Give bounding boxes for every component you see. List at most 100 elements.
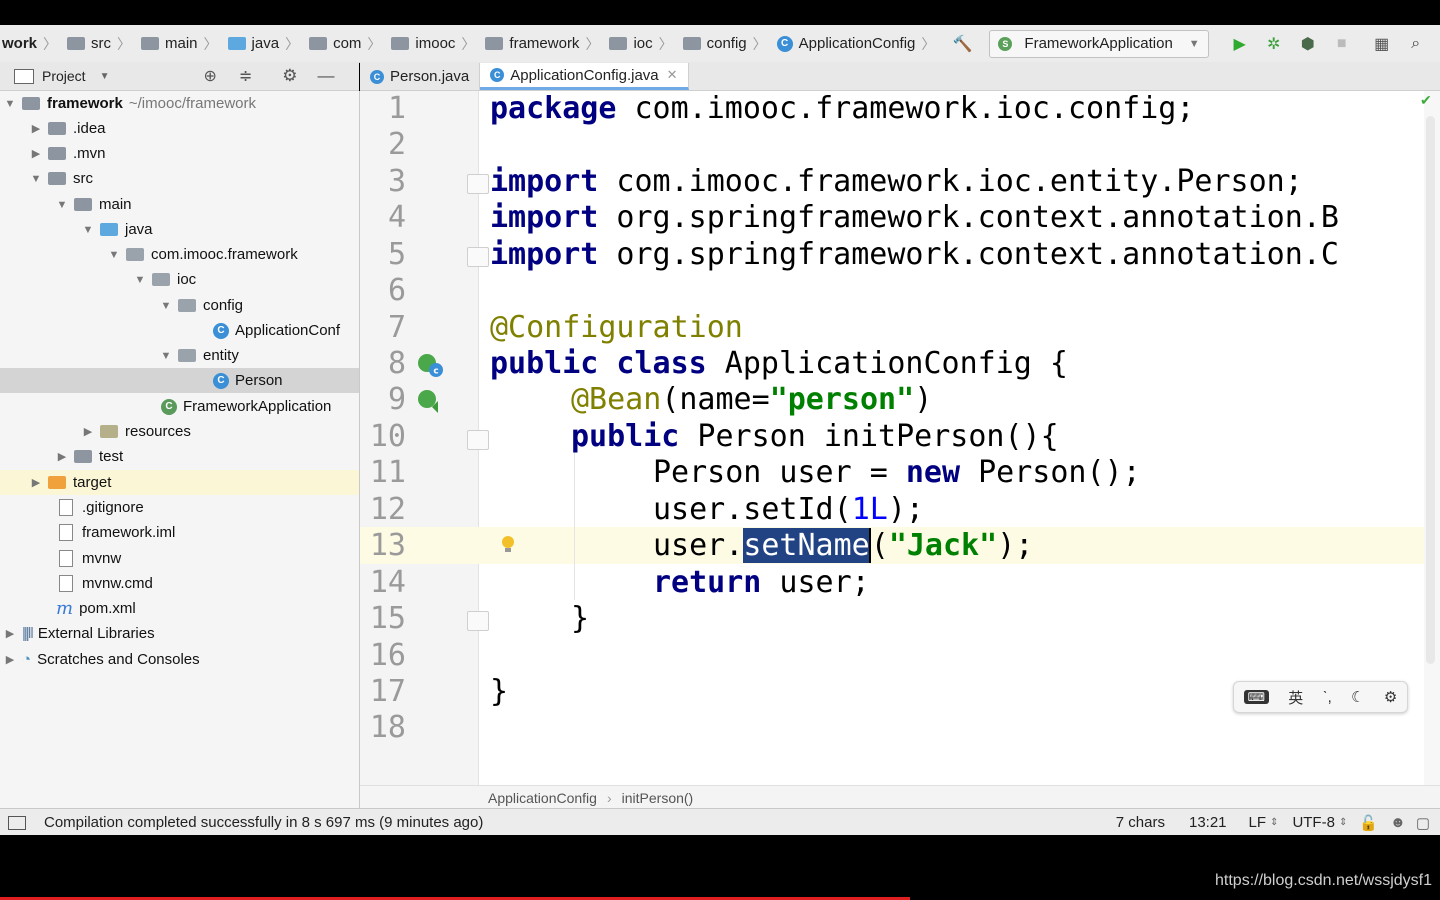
tree-item-java[interactable]: ▼ java [0, 217, 359, 242]
event-log-icon[interactable]: ▢ [1416, 814, 1430, 832]
expanded-arrow-icon[interactable]: ▼ [4, 98, 16, 110]
collapsed-arrow-icon[interactable]: ▶ [56, 450, 68, 463]
tab-applicationconfig-java[interactable]: C ApplicationConfig.java ✕ [480, 63, 689, 90]
crumb-com[interactable]: com 〉 [303, 25, 385, 62]
status-message[interactable]: Compilation completed successfully in 8 … [44, 814, 483, 831]
bean-method-icon[interactable] [416, 387, 444, 415]
tree-item-ioc[interactable]: ▼ ioc [0, 267, 359, 292]
crumb-ioc[interactable]: ioc 〉 [603, 25, 676, 62]
close-icon[interactable]: ✕ [667, 67, 678, 83]
breadcrumb-method[interactable]: initPerson() [622, 790, 694, 806]
stop-icon[interactable]: ■ [1331, 33, 1353, 55]
project-view-select[interactable]: Project [42, 68, 86, 84]
chevron-down-icon[interactable]: ▼ [100, 71, 110, 82]
line-separator-select[interactable]: LF [1249, 814, 1267, 831]
collapsed-arrow-icon[interactable]: ▶ [30, 122, 42, 135]
tree-item-target[interactable]: ▶ target [0, 470, 359, 495]
tree-item-mvn[interactable]: ▶ .mvn [0, 141, 359, 166]
expanded-arrow-icon[interactable]: ▼ [56, 199, 68, 211]
bean-class-icon[interactable]: c [416, 351, 444, 379]
run-configuration-select[interactable]: S FrameworkApplication ▼ [989, 29, 1209, 58]
line-number: 12 [369, 492, 406, 527]
no-problems-check-icon[interactable]: ✔ [1420, 92, 1432, 109]
expanded-arrow-icon[interactable]: ▼ [160, 350, 172, 362]
collapsed-arrow-icon[interactable]: ▶ [4, 653, 16, 666]
crumb-framework[interactable]: framework 〉 [479, 25, 603, 62]
breadcrumb-class[interactable]: ApplicationConfig [488, 790, 597, 806]
watermark-url: https://blog.csdn.net/wssjdysf1 [1215, 872, 1432, 889]
encoding-select[interactable]: UTF-8 [1292, 814, 1335, 831]
tree-item-frameworkapplication[interactable]: C FrameworkApplication [0, 394, 359, 419]
vertical-scrollbar[interactable] [1426, 116, 1435, 664]
inspector-icon[interactable]: ☻ [1390, 814, 1406, 831]
moon-icon[interactable]: ☾ [1351, 688, 1364, 706]
tree-item-entity[interactable]: ▼ entity [0, 343, 359, 368]
crumb-config[interactable]: config 〉 [677, 25, 771, 62]
tree-item-com-imooc-framework[interactable]: ▼ com.imooc.framework [0, 242, 359, 267]
collapsed-arrow-icon[interactable]: ▶ [82, 425, 94, 438]
lock-icon[interactable]: 🔓 [1359, 814, 1378, 832]
crumb-main[interactable]: main 〉 [135, 25, 222, 62]
expanded-arrow-icon[interactable]: ▼ [30, 173, 42, 185]
gear-icon[interactable]: ⚙ [282, 66, 297, 86]
tree-item-gitignore[interactable]: .gitignore [0, 495, 359, 520]
project-structure-icon[interactable]: ▦ [1371, 33, 1393, 55]
crumb-imooc[interactable]: imooc 〉 [385, 25, 479, 62]
expanded-arrow-icon[interactable]: ▼ [160, 300, 172, 312]
expanded-arrow-icon[interactable]: ▼ [108, 249, 120, 261]
chevron-down-icon: ▼ [1188, 37, 1200, 50]
line-number: 16 [369, 638, 406, 673]
chevron-updown-icon: ⇕ [1338, 817, 1348, 828]
lightbulb-icon[interactable] [500, 535, 516, 555]
tool-windows-toggle-icon[interactable] [8, 815, 26, 830]
tree-item-mvnw-cmd[interactable]: mvnw.cmd [0, 571, 359, 596]
class-icon: C [776, 35, 793, 52]
hide-panel-icon[interactable]: — [318, 66, 335, 86]
tree-item-src[interactable]: ▼ src [0, 166, 359, 191]
package-icon [309, 37, 328, 50]
spring-boot-icon: S [998, 36, 1013, 51]
tree-item-framework[interactable]: ▼ framework ~/imooc/framework [0, 91, 359, 116]
collapsed-arrow-icon[interactable]: ▶ [30, 147, 42, 160]
expanded-arrow-icon[interactable]: ▼ [82, 224, 94, 236]
selected-text[interactable]: setName [743, 528, 870, 563]
tree-item-pom-xml[interactable]: m pom.xml [0, 596, 359, 621]
tree-item-scratches[interactable]: ▶ ◔ Scratches and Consoles [0, 647, 359, 672]
crumb-src[interactable]: src 〉 [61, 25, 135, 62]
coverage-icon[interactable]: ⬢ [1297, 33, 1319, 55]
line-number: 8 [387, 346, 406, 381]
tree-item-framework-iml[interactable]: framework.iml [0, 520, 359, 545]
tree-item-resources[interactable]: ▶ resources [0, 419, 359, 444]
ime-language-toggle[interactable]: 英 [1288, 687, 1303, 708]
collapse-all-icon[interactable]: ≑ [239, 66, 252, 86]
tree-item-config[interactable]: ▼ config [0, 293, 359, 318]
tab-person-java[interactable]: C Person.java [360, 63, 481, 90]
tree-item-test[interactable]: ▶ test [0, 444, 359, 469]
build-hammer-icon[interactable]: 🔨 [951, 33, 973, 55]
tree-item-applicationconfig[interactable]: C ApplicationConf [0, 318, 359, 343]
collapsed-arrow-icon[interactable]: ▶ [4, 627, 16, 640]
keyboard-icon[interactable]: ⌨ [1243, 690, 1269, 704]
crumb-work[interactable]: work 〉 [0, 25, 61, 62]
fold-marker-icon[interactable] [467, 174, 489, 194]
locate-target-icon[interactable]: ⊕ [203, 66, 216, 86]
crumb-applicationconfig[interactable]: C ApplicationConfig 〉 [771, 25, 940, 62]
punctuation-icon[interactable]: ˋ, [1323, 689, 1332, 706]
run-icon[interactable]: ▶ [1229, 33, 1251, 55]
fold-marker-icon[interactable] [467, 247, 489, 267]
fold-marker-icon[interactable] [467, 430, 489, 450]
expanded-arrow-icon[interactable]: ▼ [134, 274, 146, 286]
tree-item-person[interactable]: C Person [0, 368, 359, 393]
file-icon [59, 575, 73, 592]
fold-marker-icon[interactable] [467, 611, 489, 631]
tree-item-main[interactable]: ▼ main [0, 192, 359, 217]
collapsed-arrow-icon[interactable]: ▶ [30, 476, 42, 489]
tree-item-idea[interactable]: ▶ .idea [0, 116, 359, 141]
debug-icon[interactable]: ✲ [1263, 33, 1285, 55]
tree-item-mvnw[interactable]: mvnw [0, 546, 359, 571]
crumb-java[interactable]: java 〉 [222, 25, 304, 62]
caret-position[interactable]: 13:21 [1189, 814, 1227, 831]
gear-icon[interactable]: ⚙ [1384, 688, 1397, 706]
search-icon[interactable]: ⌕ [1405, 33, 1427, 55]
tree-item-external-libraries[interactable]: ▶ |||‖ External Libraries [0, 621, 359, 646]
